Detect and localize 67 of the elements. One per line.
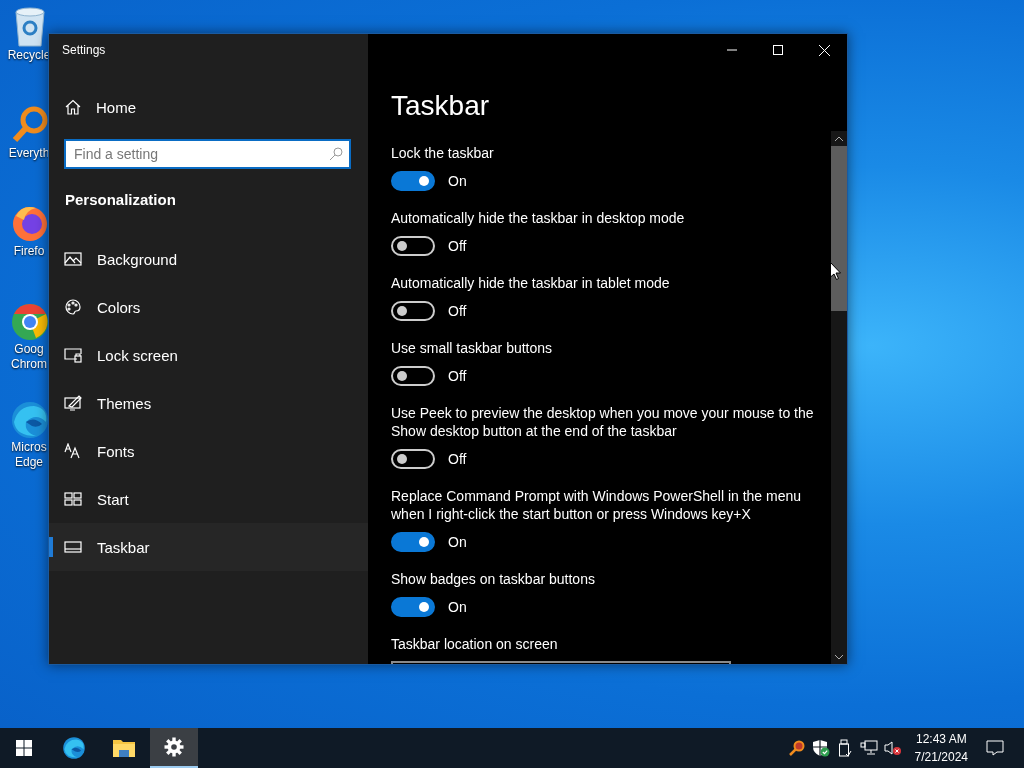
desktop-icon-label: Goog: [14, 342, 44, 357]
chevron-up-icon: [835, 135, 843, 141]
monitor-pen-icon: [64, 395, 82, 411]
nav-item[interactable]: Fonts: [49, 427, 368, 475]
toggle-state-text: Off: [448, 303, 467, 319]
monitor-lock-icon: [64, 347, 82, 363]
toggle-state-text: On: [448, 599, 467, 615]
desktop-icon-label: Firefo: [13, 244, 45, 259]
gear-icon: [164, 737, 184, 757]
nav-item[interactable]: Background: [49, 235, 368, 283]
toggle-switch[interactable]: [391, 236, 435, 256]
taskbar-bar-icon: [64, 539, 82, 555]
desktop-icon-label: Chrom: [11, 357, 47, 372]
search-field[interactable]: Find a setting: [64, 139, 351, 169]
section-heading: Personalization: [65, 190, 177, 210]
minimize-icon: [727, 49, 737, 51]
home-icon: [65, 99, 81, 115]
folder-icon: [112, 738, 136, 758]
palette-icon: [64, 299, 82, 315]
toggle-switch[interactable]: [391, 597, 435, 617]
setting-label: Automatically hide the taskbar in desktop mode: [391, 209, 686, 227]
setting-label: Use small taskbar buttons: [391, 339, 554, 357]
setting-label: Use Peek to preview the desktop when you move your mouse to the Show desktop button at the end of the taskbar: [391, 404, 815, 440]
desktop-icon-label: Edge: [15, 455, 43, 470]
scrollbar-thumb[interactable]: [831, 146, 847, 311]
windows-logo-icon: [16, 740, 32, 756]
toggle-switch[interactable]: [391, 366, 435, 386]
nav-item[interactable]: Themes: [49, 379, 368, 427]
mouse-cursor-icon: [830, 262, 841, 280]
setting-label: Taskbar location on screen: [391, 635, 559, 653]
toggle-switch[interactable]: [391, 171, 435, 191]
close-icon: [818, 44, 830, 56]
shield-icon[interactable]: [811, 739, 830, 757]
toggle-state-text: On: [448, 534, 467, 550]
usb-drive-icon[interactable]: [837, 739, 852, 757]
toggle-state-text: Off: [448, 238, 467, 254]
toggle-switch[interactable]: [391, 449, 435, 469]
tiles-icon: [64, 491, 82, 507]
desktop-icon-label: Micros: [11, 440, 47, 455]
maximize-icon: [773, 45, 783, 55]
toggle-switch[interactable]: [391, 532, 435, 552]
nav-item[interactable]: Colors: [49, 283, 368, 331]
speech-bubble-icon: [986, 740, 1004, 756]
toggle-switch[interactable]: [391, 301, 435, 321]
nav-item[interactable]: Lock screen: [49, 331, 368, 379]
window-title: Settings: [62, 43, 106, 57]
network-monitor-icon[interactable]: [859, 740, 878, 756]
taskbar-button[interactable]: [150, 728, 198, 768]
toggle-state-text: Off: [448, 451, 467, 467]
chevron-down-icon: [835, 654, 843, 660]
speaker-muted-icon[interactable]: [883, 740, 902, 756]
setting-label: Lock the taskbar: [391, 144, 495, 162]
toggle-state-text: On: [448, 173, 467, 189]
font-letters-icon: [64, 443, 82, 459]
nav-item[interactable]: Taskbar: [49, 523, 368, 571]
setting-label: Replace Command Prompt with Windows PowerShell in the menu when I right-click the start button or press Windows key+X: [391, 487, 803, 523]
setting-label: Show badges on taskbar buttons: [391, 570, 596, 588]
picture-frame-icon: [64, 251, 82, 267]
search-icon: [329, 147, 343, 161]
wave-swirl-icon: [62, 736, 86, 760]
home-nav-item[interactable]: Home: [49, 83, 368, 131]
nav-item[interactable]: Start: [49, 475, 368, 523]
setting-label: Automatically hide the taskbar in tablet mode: [391, 274, 671, 292]
page-title: Taskbar: [391, 89, 491, 123]
toggle-state-text: Off: [448, 368, 467, 384]
magnifier-icon[interactable]: [788, 740, 805, 756]
clock[interactable]: 12:43 AM 7/21/2024: [910, 730, 972, 766]
